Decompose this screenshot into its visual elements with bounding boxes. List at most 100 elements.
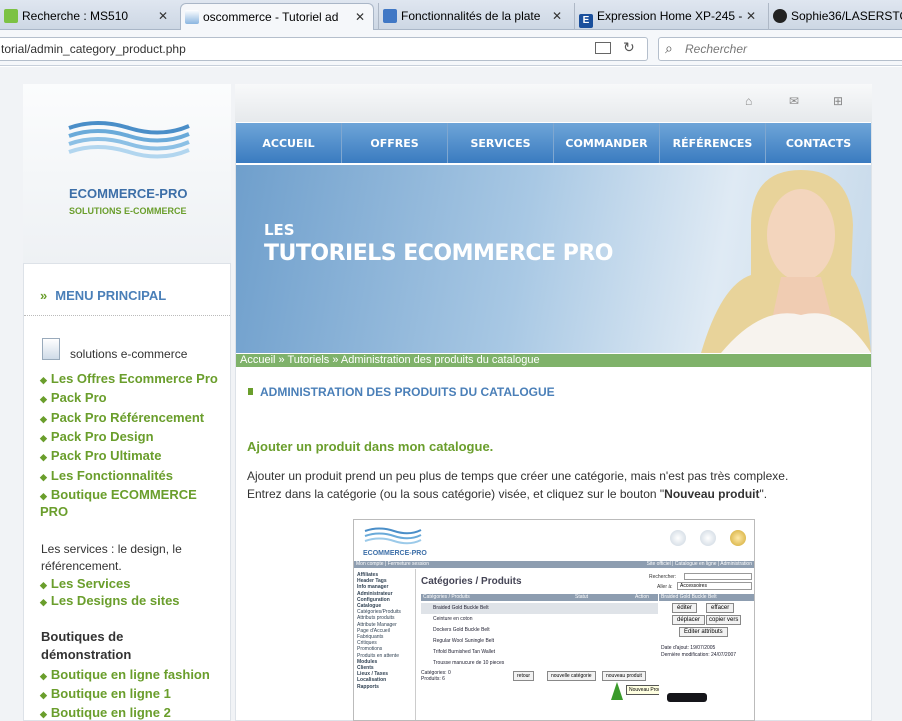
menu-link-pack-pro[interactable]: ◆ Pack Pro	[40, 390, 107, 405]
close-icon[interactable]: ✕	[158, 9, 168, 23]
address-bar[interactable]: torial/admin_category_product.php ↻	[0, 37, 648, 61]
arrow-pointer-icon	[611, 682, 623, 700]
mini-back-button: retour	[513, 671, 535, 681]
menu-link-pack-referencement[interactable]: ◆ Pack Pro Référencement	[40, 410, 204, 425]
mini-info-title: Braided Gold Buckle Belt	[659, 594, 754, 601]
nav-commander[interactable]: COMMANDER	[554, 123, 660, 163]
page-icon	[4, 9, 18, 23]
logo-box[interactable]: ECOMMERCE-PRO SOLUTIONS E-COMMERCE	[23, 84, 231, 264]
url-text: torial/admin_category_product.php	[1, 42, 186, 56]
page-icon	[185, 10, 199, 24]
epson-icon: E	[579, 14, 593, 28]
tab-label: Recherche : MS510	[22, 9, 129, 23]
document-icon	[42, 338, 60, 360]
mini-goto-label: Aller à:	[657, 584, 673, 590]
menu-link-fashion[interactable]: ◆ Boutique en ligne fashion	[40, 667, 210, 682]
mini-search-label: Rechercher:	[649, 574, 677, 580]
nav-references[interactable]: RÉFÉRENCES	[660, 123, 766, 163]
mini-edit-button: éditer	[672, 603, 698, 613]
shops-heading: Boutiques de démonstration	[41, 629, 132, 662]
breadcrumb[interactable]: Accueil » Tutoriels » Administration des…	[236, 354, 871, 367]
menu-link-fonctionnalites[interactable]: ◆ Les Fonctionnalités	[40, 468, 173, 483]
mini-product-list: Braided Gold Buckle Belt Ceinture en cot…	[421, 603, 658, 669]
menu-link-boutique-2[interactable]: ◆ Boutique en ligne 2	[40, 705, 171, 720]
title-marker	[248, 388, 253, 395]
search-icon: ⌕	[665, 40, 673, 56]
article-subtitle: Ajouter un produit dans mon catalogue.	[247, 439, 494, 454]
menu-link-pack-ultimate[interactable]: ◆ Pack Pro Ultimate	[40, 448, 161, 463]
article-title: ADMINISTRATION DES PRODUITS DU CATALOGUE	[260, 385, 555, 399]
cart-icon	[700, 530, 716, 546]
close-icon[interactable]: ✕	[355, 10, 365, 24]
close-icon[interactable]: ✕	[552, 9, 562, 23]
nav-contacts[interactable]: CONTACTS	[766, 123, 871, 163]
tab-github[interactable]: Sophie36/LASERSTO	[768, 3, 902, 30]
banner-line-1: LES	[264, 221, 295, 239]
search-field[interactable]: ⌕ Rechercher	[658, 37, 902, 61]
home-icon[interactable]: ⌂	[745, 94, 752, 108]
tab-label: Fonctionnalités de la plate	[401, 9, 541, 23]
mini-sidebar: Affiliates Header Tags Info manager Adminis…	[354, 569, 416, 720]
menu-heading: » MENU PRINCIPAL	[40, 288, 166, 303]
tab-bar: Recherche : MS510 ✕ oscommerce - Tutoriel…	[0, 0, 902, 31]
logo-tagline: SOLUTIONS E-COMMERCE	[69, 206, 187, 216]
menu-link-offres[interactable]: ◆ Les Offres Ecommerce Pro	[40, 371, 218, 386]
mini-attributes-button: Editer attributs	[679, 627, 728, 637]
mini-logo-name: ECOMMERCE-PRO	[363, 550, 427, 557]
mini-move-button: déplacer	[672, 615, 706, 625]
globe-icon	[670, 530, 686, 546]
menu-link-boutique[interactable]: ◆ Boutique ECOMMERCE PRO	[40, 487, 200, 520]
mini-search-input	[684, 573, 752, 580]
section-label: solutions e-commerce	[70, 347, 188, 361]
tab-expression-home[interactable]: E Expression Home XP-245 - ✕	[574, 3, 764, 30]
mail-icon[interactable]: ✉	[789, 94, 799, 108]
mini-new-category-button: nouvelle catégorie	[547, 671, 596, 681]
tab-fonctionnalites[interactable]: Fonctionnalités de la plate ✕	[378, 3, 570, 30]
woman-portrait-image	[701, 170, 871, 353]
belt-product-image	[659, 675, 715, 720]
mini-table-header: Catégories / Produits Statut Action	[421, 594, 658, 601]
nav-services[interactable]: SERVICES	[448, 123, 554, 163]
mini-copy-button: copier vers	[706, 615, 742, 625]
mini-topbar: Mon compte | Fermeture session Site offic…	[354, 561, 754, 568]
reload-icon[interactable]: ↻	[623, 39, 635, 56]
divider	[24, 315, 230, 316]
menu-heading-label: MENU PRINCIPAL	[55, 288, 167, 303]
close-icon[interactable]: ✕	[746, 9, 756, 23]
reader-view-icon[interactable]	[595, 42, 611, 54]
wave-logo-icon	[68, 121, 190, 159]
nav-accueil[interactable]: ACCUEIL	[236, 123, 342, 163]
menu-link-services[interactable]: ◆ Les Services	[40, 576, 130, 591]
services-text: Les services : le design, le référenceme…	[41, 542, 182, 573]
menu-link-boutique-1[interactable]: ◆ Boutique en ligne 1	[40, 686, 171, 701]
tab-label: Sophie36/LASERSTO	[791, 9, 902, 23]
github-icon	[773, 9, 787, 23]
mini-new-product-button: nouveau produit	[602, 671, 646, 681]
help-icon	[730, 530, 746, 546]
admin-screenshot: ECOMMERCE-PRO Mon compte | Fermeture ses…	[353, 519, 755, 721]
nav-offres[interactable]: OFFRES	[342, 123, 448, 163]
mini-date-modified: Dernière modification: 24/07/2007	[661, 652, 737, 658]
search-placeholder: Rechercher	[685, 42, 748, 56]
tab-label: Expression Home XP-245 -	[597, 9, 743, 23]
mini-delete-button: effacer	[706, 603, 735, 613]
main-nav: ACCUEIL OFFRES SERVICES COMMANDER RÉFÉRE…	[236, 123, 871, 163]
sitemap-icon[interactable]: ⊞	[833, 94, 843, 108]
mini-title: Catégories / Produits	[421, 576, 522, 587]
menu-link-designs[interactable]: ◆ Les Designs de sites	[40, 593, 180, 608]
logo-name: ECOMMERCE-PRO	[69, 186, 188, 201]
mini-goto-select: Accessoires	[677, 582, 752, 590]
page-icon	[383, 9, 397, 23]
tab-oscommerce[interactable]: oscommerce - Tutoriel ad ✕	[180, 3, 374, 31]
banner: LES TUTORIELS ECOMMERCE PRO	[236, 165, 871, 353]
double-chevron-icon: »	[40, 288, 48, 303]
mini-date-added: Date d'ajout: 19/07/2005	[661, 645, 716, 651]
mini-wave-logo-icon	[364, 527, 422, 545]
banner-line-2: TUTORIELS ECOMMERCE PRO	[264, 241, 614, 266]
tab-recherche[interactable]: Recherche : MS510 ✕	[0, 3, 176, 30]
top-strip: ⌂ ✉ ⊞	[235, 84, 872, 122]
menu-link-pack-design[interactable]: ◆ Pack Pro Design	[40, 429, 154, 444]
mini-counts: Catégories: 0 Produits: 6	[421, 670, 451, 682]
tab-label: oscommerce - Tutoriel ad	[203, 10, 339, 24]
article-paragraph: Ajouter un produit prend un peu plus de …	[247, 469, 789, 501]
